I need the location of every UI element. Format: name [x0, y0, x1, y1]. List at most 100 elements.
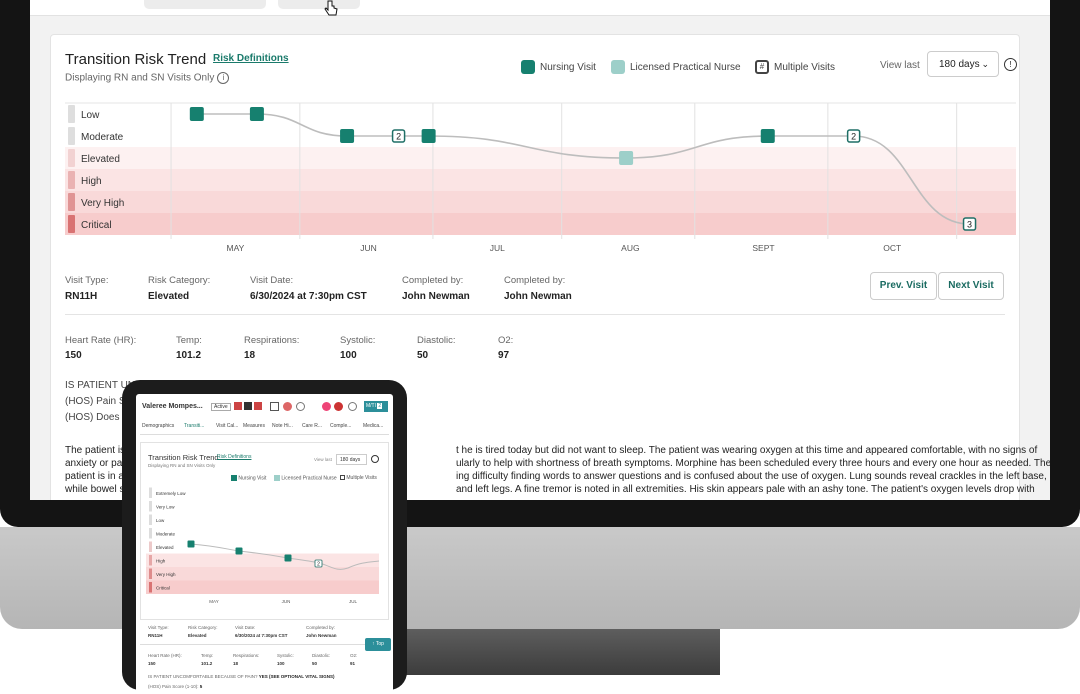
- tablet-field-label: Risk Category:: [188, 625, 218, 630]
- point-count-label: 3: [967, 220, 972, 230]
- vital-label: Temp:: [176, 335, 202, 346]
- tablet-vital-value: 91: [350, 661, 356, 666]
- risk-level-bar: [68, 171, 75, 189]
- visit-field-value: 6/30/2024 at 7:30pm CST: [250, 291, 367, 302]
- narrative-line: patient is in a: [65, 471, 124, 482]
- divider: [140, 644, 389, 645]
- visit-field-label: Risk Category:: [148, 275, 211, 286]
- tablet-y-label: Extremely Low: [156, 491, 186, 496]
- prev-visit-button[interactable]: Prev. Visit: [870, 272, 937, 300]
- tablet-vital-value: 18: [233, 661, 239, 666]
- question-line: (HOS) Does D: [65, 412, 130, 423]
- tablet-vital-value: 101.2: [201, 661, 213, 666]
- visit-field-value: RN11H: [65, 291, 98, 302]
- x-tick-label: JUN: [360, 243, 377, 253]
- vital-value: 18: [244, 350, 256, 361]
- top-navigation: [30, 0, 1050, 16]
- risk-level-bar: [149, 487, 152, 498]
- tablet-vital-label: Temp:: [201, 653, 214, 658]
- tablet-nursing-point[interactable]: [235, 547, 243, 555]
- tablet-y-label: High: [156, 558, 166, 563]
- y-tick-label: Very High: [81, 198, 124, 209]
- tablet-x-tick-label: JUL: [349, 599, 357, 604]
- risk-level-bar: [149, 568, 152, 579]
- vital-value: 101.2: [176, 350, 202, 361]
- x-tick-label: SEPT: [752, 243, 774, 253]
- risk-level-bar: [149, 582, 152, 593]
- tablet-vital-label: Systolic:: [277, 653, 294, 658]
- risk-band: [65, 169, 1016, 191]
- tablet-field-label: Visit Date:: [235, 625, 256, 630]
- y-tick-label: Elevated: [81, 154, 120, 165]
- tablet-field-value: John Newman: [306, 633, 337, 638]
- tablet-nursing-point[interactable]: [284, 554, 292, 562]
- risk-level-bar: [68, 127, 75, 145]
- narrative-line: ing difficulty finding words to answer q…: [456, 471, 1047, 482]
- tablet-y-label: Low: [156, 518, 165, 523]
- tablet-vital-label: Diastolic:: [312, 653, 331, 658]
- risk-band: [65, 125, 1016, 147]
- tablet-vital-value: 50: [312, 661, 318, 666]
- tablet-sub-question: (HOS) Pain Score (1-10): 5: [148, 684, 203, 689]
- risk-level-bar: [149, 555, 152, 566]
- lpn-visit-point[interactable]: [619, 151, 634, 165]
- vital-value: 100: [340, 350, 357, 361]
- tablet-device: Valeree Mompes... Active M/TI 2 Demograp…: [122, 380, 407, 694]
- tablet-screen: Valeree Mompes... Active M/TI 2 Demograp…: [136, 394, 393, 694]
- top-button[interactable]: ↑ Top: [365, 638, 391, 651]
- vital-label: Systolic:: [340, 335, 376, 346]
- point-count-label: 2: [396, 132, 401, 142]
- x-tick-label: AUG: [621, 243, 639, 253]
- vital-label: O2:: [498, 335, 514, 346]
- nursing-visit-point[interactable]: [760, 129, 775, 143]
- risk-level-bar: [68, 193, 75, 211]
- vital-label: Diastolic:: [417, 335, 456, 346]
- risk-level-bar: [68, 149, 75, 167]
- nursing-visit-point[interactable]: [249, 107, 264, 121]
- nav-pill[interactable]: [278, 0, 360, 9]
- tablet-y-label: Elevated: [156, 545, 174, 550]
- tablet-field-value: RN11H: [148, 633, 163, 638]
- risk-level-bar: [68, 105, 75, 123]
- tablet-field-label: Visit Type:: [148, 625, 169, 630]
- vital-value: 97: [498, 350, 510, 361]
- tablet-vital-label: O2:: [350, 653, 358, 658]
- risk-band: [146, 513, 379, 527]
- risk-trend-chart: Low Moderate Elevated High Very High Critical…: [65, 102, 1016, 253]
- x-tick-label: OCT: [883, 243, 901, 253]
- nursing-visit-point[interactable]: [189, 107, 204, 121]
- risk-level-bar: [149, 541, 152, 552]
- tablet-nursing-point[interactable]: [187, 540, 195, 548]
- y-tick-label: Low: [81, 110, 100, 121]
- nursing-visit-point[interactable]: [340, 129, 355, 143]
- y-tick-label: Moderate: [81, 132, 124, 143]
- nav-pill[interactable]: [144, 0, 266, 9]
- narrative-line: while bowel s: [65, 484, 125, 495]
- tablet-field-value: 6/30/2024 at 7:30pm CST: [235, 633, 288, 638]
- visit-field-value: Elevated: [148, 291, 190, 302]
- point-count-label: 2: [851, 132, 856, 142]
- next-visit-button[interactable]: Next Visit: [938, 272, 1004, 300]
- vital-value: 50: [417, 350, 429, 361]
- risk-band: [146, 580, 379, 594]
- narrative-line: t he is tired today but did not want to …: [456, 445, 1038, 456]
- risk-band: [146, 526, 379, 540]
- tablet-risk-chart: Extremely Low Very Low Low Moderate Elevated…: [146, 486, 380, 604]
- risk-band: [146, 540, 379, 554]
- y-tick-label: Critical: [81, 220, 112, 231]
- narrative-line: anxiety or pa: [65, 458, 123, 469]
- tablet-y-label: Very High: [156, 572, 176, 577]
- vital-label: Respirations:: [244, 335, 300, 346]
- narrative-line: The patient is: [65, 445, 126, 456]
- narrative-line: ularly to help with shortness of breath …: [456, 458, 1050, 469]
- risk-band: [146, 553, 379, 567]
- tablet-point-count: 2: [317, 562, 320, 568]
- nursing-visit-point[interactable]: [421, 129, 436, 143]
- tablet-vital-value: 100: [277, 661, 285, 666]
- tablet-y-label: Moderate: [156, 531, 176, 536]
- tablet-y-label: Critical: [156, 585, 170, 590]
- visit-field-value: John Newman: [402, 291, 470, 302]
- vital-value: 150: [65, 350, 82, 361]
- tablet-vital-value: 150: [148, 661, 156, 666]
- risk-band: [146, 499, 379, 513]
